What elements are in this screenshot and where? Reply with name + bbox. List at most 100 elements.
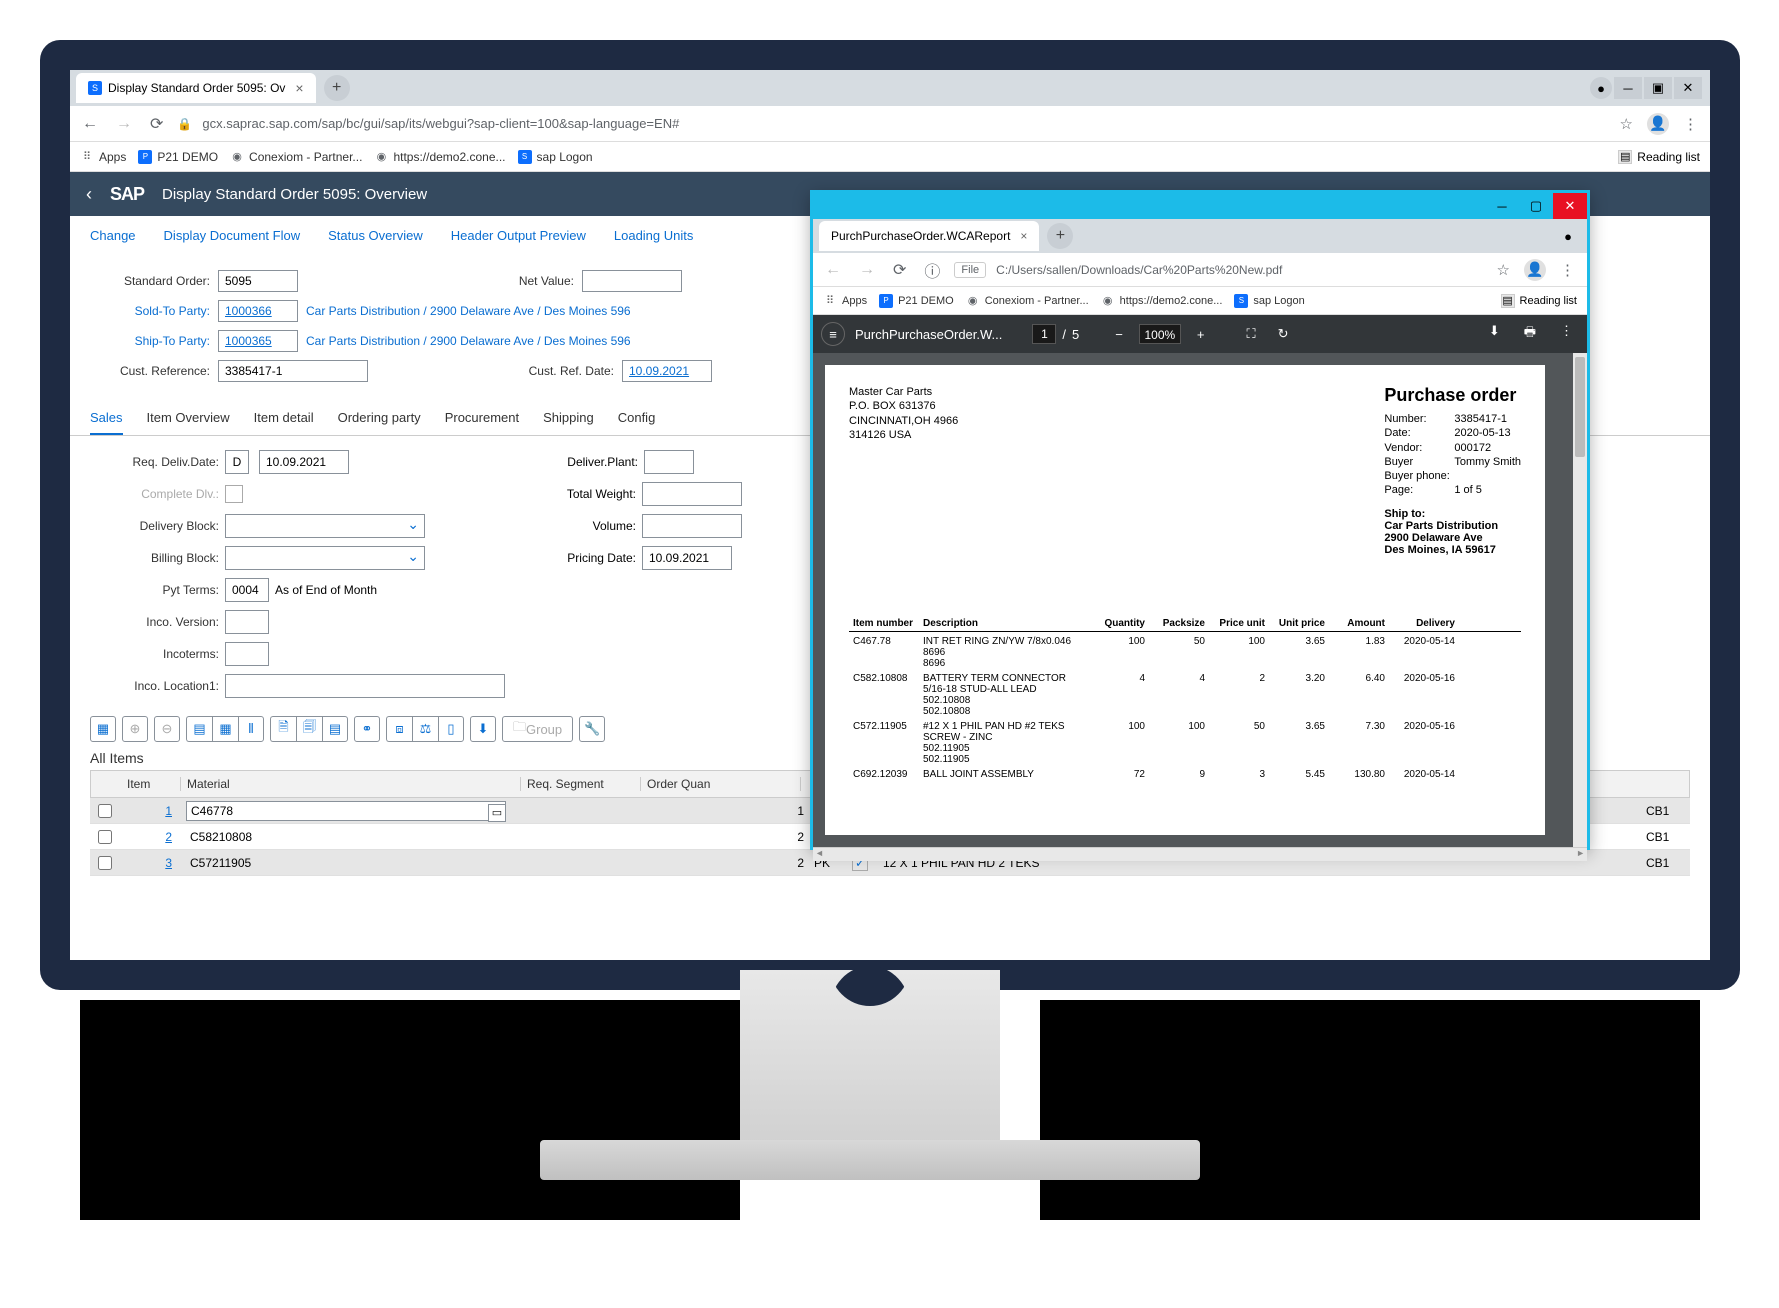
menu-icon[interactable]: ⋮	[1556, 261, 1579, 279]
tool-sheet-icon[interactable]: ▤	[322, 716, 348, 742]
item-number-link[interactable]: 3	[120, 856, 180, 870]
ship-to-link[interactable]: Car Parts Distribution / 2900 Delaware A…	[306, 334, 631, 348]
tab-sales[interactable]: Sales	[90, 402, 123, 435]
forward-button[interactable]: →	[855, 257, 879, 283]
value-help-icon[interactable]: ▭	[488, 804, 506, 822]
print-icon[interactable]: 🖶	[1518, 319, 1542, 349]
download-icon[interactable]: ⬇	[1483, 319, 1506, 349]
profile-avatar-icon[interactable]: 👤	[1524, 259, 1546, 281]
tool-remove-icon[interactable]: ⊖	[154, 716, 180, 742]
apps-bookmark[interactable]: ⠿Apps	[823, 294, 867, 308]
net-value-input[interactable]	[582, 270, 682, 292]
tool-doc-icon[interactable]: 🗎	[270, 716, 296, 742]
ship-to-input[interactable]	[218, 330, 298, 352]
pyt-terms-input[interactable]	[225, 578, 269, 602]
header-output-action[interactable]: Header Output Preview	[451, 228, 586, 243]
item-number-link[interactable]: 1	[120, 804, 180, 818]
pdf-maximize-button[interactable]: ▢	[1519, 193, 1553, 219]
pdf-url[interactable]: C:/Users/sallen/Downloads/Car%20Parts%20…	[996, 263, 1482, 277]
demo2-bookmark[interactable]: ◉https://demo2.cone...	[374, 150, 505, 164]
cust-ref-input[interactable]	[218, 360, 368, 382]
tool-grid-icon[interactable]: ▤	[186, 716, 212, 742]
tool-calc-icon[interactable]: ▯	[438, 716, 464, 742]
sold-to-input[interactable]	[218, 300, 298, 322]
incoterms-input[interactable]	[225, 642, 269, 666]
tool-link-icon[interactable]: ⚭	[354, 716, 380, 742]
tab-item-detail[interactable]: Item detail	[254, 402, 314, 435]
url-field[interactable]: gcx.saprac.sap.com/sap/bc/gui/sap/its/we…	[202, 116, 1605, 131]
user-indicator-icon[interactable]: ●	[1590, 77, 1612, 99]
reload-button[interactable]: ⟳	[889, 256, 910, 284]
tool-config-icon[interactable]: ▦	[90, 716, 116, 742]
pdf-sidebar-toggle-icon[interactable]: ≡	[821, 322, 845, 346]
profile-icon[interactable]: ●	[1557, 225, 1579, 247]
docflow-action[interactable]: Display Document Flow	[164, 228, 301, 243]
tab-config[interactable]: Config	[618, 402, 656, 435]
material-input[interactable]	[186, 801, 506, 821]
sap-back-button[interactable]: ‹	[86, 184, 92, 205]
deliver-plant-input[interactable]	[644, 450, 694, 474]
change-action[interactable]: Change	[90, 228, 136, 243]
pricing-date-input[interactable]	[642, 546, 732, 570]
browser-tab[interactable]: S Display Standard Order 5095: Ov ×	[76, 73, 316, 103]
menu-icon[interactable]: ⋮	[1679, 115, 1702, 133]
loading-units-action[interactable]: Loading Units	[614, 228, 694, 243]
std-order-input[interactable]	[218, 270, 298, 292]
req-deliv-type-input[interactable]	[225, 450, 249, 474]
delivery-block-select[interactable]	[225, 514, 425, 538]
pdf-viewport[interactable]: Master Car PartsP.O. BOX 631376CINCINNAT…	[813, 353, 1587, 847]
p21-bookmark[interactable]: PP21 DEMO	[879, 294, 954, 308]
saplogon-bookmark[interactable]: Ssap Logon	[1234, 294, 1304, 308]
rotate-icon[interactable]: ↻	[1272, 322, 1295, 346]
conexiom-bookmark[interactable]: ◉Conexiom - Partner...	[230, 150, 362, 164]
ship-to-label[interactable]: Ship-To Party:	[90, 334, 210, 348]
tab-ordering-party[interactable]: Ordering party	[338, 402, 421, 435]
more-icon[interactable]: ⋮	[1554, 319, 1579, 349]
item-number-link[interactable]: 2	[120, 830, 180, 844]
tool-download-icon[interactable]: ⬇	[470, 716, 496, 742]
pdf-minimize-button[interactable]: ─	[1485, 193, 1519, 219]
status-action[interactable]: Status Overview	[328, 228, 423, 243]
close-window-button[interactable]: ✕	[1674, 77, 1702, 99]
apps-bookmark[interactable]: ⠿Apps	[80, 150, 126, 164]
tool-layout-icon[interactable]: ▦	[212, 716, 238, 742]
row-checkbox[interactable]	[90, 830, 120, 844]
star-icon[interactable]: ☆	[1616, 115, 1637, 133]
sold-to-label[interactable]: Sold-To Party:	[90, 304, 210, 318]
back-button[interactable]: ←	[821, 257, 845, 283]
reading-list[interactable]: ▤Reading list	[1501, 294, 1577, 308]
saplogon-bookmark[interactable]: Ssap Logon	[518, 150, 593, 164]
reload-button[interactable]: ⟳	[146, 110, 167, 138]
fit-page-icon[interactable]: ⛶	[1240, 322, 1261, 346]
info-icon[interactable]: ⓘ	[920, 254, 944, 286]
row-checkbox[interactable]	[90, 804, 120, 818]
tool-ab-icon[interactable]: ⧈	[386, 716, 412, 742]
vertical-scrollbar[interactable]	[1573, 353, 1587, 847]
row-checkbox[interactable]	[90, 856, 120, 870]
volume-input[interactable]	[642, 514, 742, 538]
total-weight-input[interactable]	[642, 482, 742, 506]
star-icon[interactable]: ☆	[1493, 261, 1514, 279]
forward-button[interactable]: →	[112, 111, 136, 137]
sold-to-link[interactable]: Car Parts Distribution / 2900 Delaware A…	[306, 304, 631, 318]
zoom-out-button[interactable]: −	[1109, 323, 1129, 346]
demo2-bookmark[interactable]: ◉https://demo2.cone...	[1101, 294, 1223, 308]
inco-location-input[interactable]	[225, 674, 505, 698]
tab-shipping[interactable]: Shipping	[543, 402, 594, 435]
back-button[interactable]: ←	[78, 111, 102, 137]
pdf-page-input[interactable]	[1032, 324, 1056, 344]
pdf-close-button[interactable]: ✕	[1553, 193, 1587, 219]
close-tab-icon[interactable]: ×	[1020, 229, 1027, 243]
zoom-in-button[interactable]: +	[1191, 323, 1211, 346]
tool-add-icon[interactable]: ⊕	[122, 716, 148, 742]
minimize-button[interactable]: ─	[1614, 77, 1642, 99]
tab-procurement[interactable]: Procurement	[445, 402, 519, 435]
tool-scale-icon[interactable]: ⚖	[412, 716, 438, 742]
pdf-new-tab-button[interactable]: +	[1047, 223, 1073, 249]
complete-dlv-checkbox[interactable]	[225, 485, 243, 503]
new-tab-button[interactable]: +	[324, 75, 350, 101]
zoom-level[interactable]: 100%	[1139, 324, 1181, 344]
maximize-button[interactable]: ▣	[1644, 77, 1672, 99]
tool-barcode-icon[interactable]: ⦀	[238, 716, 264, 742]
req-deliv-date-input[interactable]	[259, 450, 349, 474]
